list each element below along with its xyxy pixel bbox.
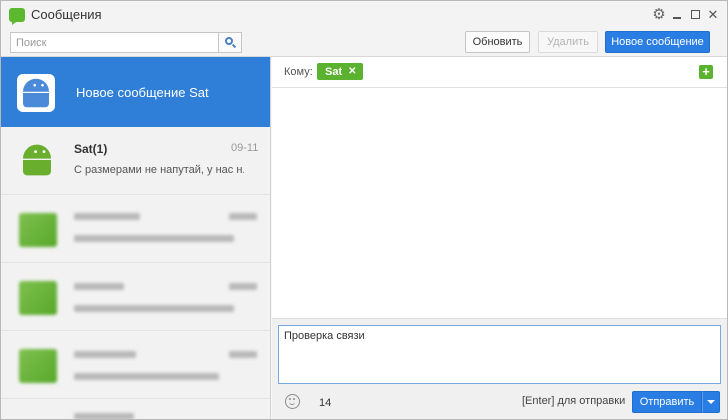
search-button[interactable] <box>218 32 242 53</box>
emoji-icon[interactable] <box>285 394 300 409</box>
delete-button[interactable]: Удалить <box>538 31 598 53</box>
recipient-name: Sat <box>325 65 343 78</box>
message-date: 09-11 <box>231 142 259 154</box>
gear-icon[interactable]: ⚙ <box>651 6 667 22</box>
avatar <box>19 213 57 247</box>
to-label: Кому: <box>284 66 313 78</box>
new-message-button[interactable]: Новое сообщение <box>605 31 710 53</box>
conversation-item-blurred[interactable] <box>1 331 270 399</box>
android-icon <box>17 74 55 112</box>
dropdown-arrow-icon[interactable] <box>702 391 720 413</box>
avatar <box>19 281 57 315</box>
send-button-group: Отправить <box>632 391 720 413</box>
recipient-row: Кому: Sat ✕ + <box>272 57 727 88</box>
close-icon[interactable]: ✕ <box>705 6 721 22</box>
messages-app-icon <box>9 7 25 25</box>
title-bar: Сообщения ⚙ ✕ <box>1 1 727 28</box>
avatar <box>19 349 57 383</box>
char-count: 14 <box>319 397 332 409</box>
search-box <box>10 32 242 53</box>
compose-pane: Кому: Sat ✕ + Проверка связи 14 [Enter] … <box>272 57 727 419</box>
maximize-icon[interactable] <box>687 6 703 22</box>
toolbar: Обновить Удалить Новое сообщение <box>1 28 727 57</box>
message-input[interactable]: Проверка связи <box>278 325 721 384</box>
search-icon <box>224 37 236 49</box>
enter-hint: [Enter] для отправки <box>522 395 626 407</box>
window-controls: ⚙ ✕ <box>651 6 721 22</box>
add-recipient-icon[interactable]: + <box>699 65 713 79</box>
minimize-icon[interactable] <box>669 6 685 22</box>
conversation-item-new[interactable]: Новое сообщение Sat <box>1 57 270 127</box>
composer: Проверка связи 14 [Enter] для отправки О… <box>272 318 727 419</box>
search-input[interactable] <box>10 32 218 53</box>
conversation-item-blurred[interactable] <box>1 195 270 263</box>
window-title: Сообщения <box>31 7 102 22</box>
remove-recipient-icon[interactable]: ✕ <box>348 66 356 77</box>
message-preview: С размерами не напутай, у нас н... <box>74 164 244 176</box>
send-button[interactable]: Отправить <box>632 391 702 413</box>
refresh-button[interactable]: Обновить <box>465 31 530 53</box>
conversation-title: Новое сообщение Sat <box>76 85 209 100</box>
conversation-item-blurred[interactable] <box>1 399 270 419</box>
contact-name: Sat(1) <box>74 142 108 156</box>
android-icon <box>19 142 55 178</box>
messages-window: Сообщения ⚙ ✕ Обновить Удалить Новое соо… <box>0 0 728 420</box>
conversation-list: Новое сообщение Sat Sat(1) 09-11 С разме… <box>1 57 271 419</box>
conversation-item-blurred[interactable] <box>1 263 270 331</box>
conversation-item[interactable]: Sat(1) 09-11 С размерами не напутай, у н… <box>1 127 270 195</box>
recipient-chip[interactable]: Sat ✕ <box>317 63 363 80</box>
